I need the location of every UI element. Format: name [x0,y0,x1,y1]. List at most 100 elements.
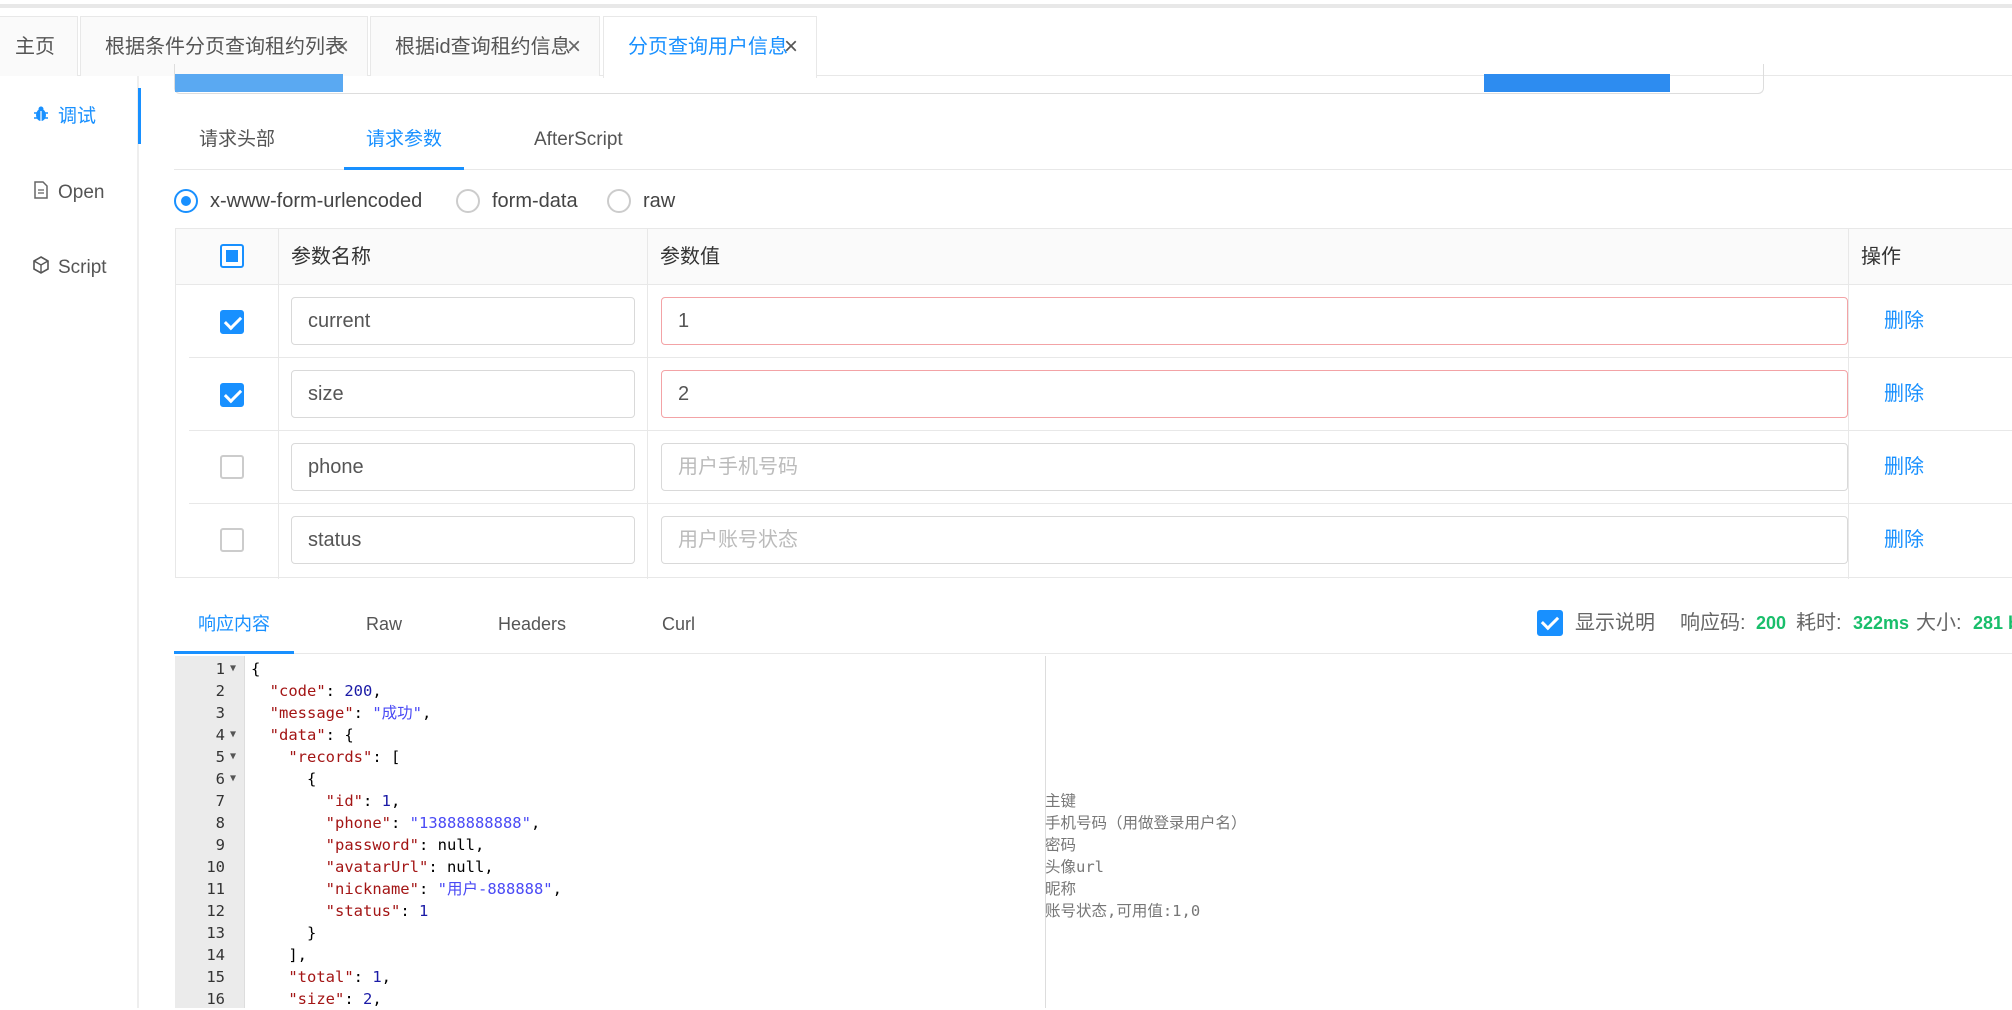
code-line: "message": "成功", [269,704,432,722]
tab-response-raw[interactable]: Raw [366,600,426,654]
table-row: status 用户账号状态 删除 [189,504,2012,577]
param-value-input[interactable]: 2 [661,370,1848,418]
field-description: 手机号码（用做登录用户名） [1045,814,1247,832]
send-button[interactable] [1484,74,1670,92]
params-table: 参数名称 参数值 操作 current 1 删除 size 2 删除 phone… [175,228,2012,579]
sidebar-item-label: 调试 [58,106,97,127]
sidebar-item-debug[interactable]: 调试 [0,88,141,148]
status-code-value: 200 [1756,613,1787,633]
param-name-input[interactable]: current [291,297,635,345]
param-value-input[interactable]: 1 [661,297,1848,345]
tab-response-headers[interactable]: Headers [498,600,588,654]
row-checkbox[interactable] [220,455,244,479]
radio-circle[interactable] [174,189,198,213]
line-number: 3 [215,704,225,722]
request-tabs: 请求头部 请求参数 AfterScript [174,112,2012,170]
field-description: 主键 [1045,792,1077,810]
size-value: 281 b [1973,613,2012,633]
url-bar [174,64,1764,94]
code-line: "avatarUrl": null, [325,858,494,876]
fold-toggle-icon[interactable]: ▼ [230,724,242,746]
top-border [0,0,2012,8]
radio-label: form-data [492,190,578,212]
tab-request-headers[interactable]: 请求头部 [199,112,299,170]
radio-raw[interactable]: raw [607,186,697,216]
code-line: ], [251,946,307,964]
tab-response-content[interactable]: 响应内容 [174,600,294,654]
line-number: 7 [215,792,225,810]
tab-label: 根据条件分页查询租约列表 [105,36,345,58]
tab-label: 根据id查询租约信息 [395,36,571,58]
line-number: 4 [215,726,225,744]
row-checkbox[interactable] [220,383,244,407]
method-select[interactable] [175,74,343,92]
code-line: "nickname": "用户-888888", [325,880,562,898]
code-line: "total": 1, [288,968,392,986]
code-line: "id": 1, [325,792,401,810]
tab-label: 分页查询用户信息 [628,36,788,58]
radio-label: x-www-form-urlencoded [210,190,423,212]
tab-label: 请求头部 [199,129,276,150]
code-line: { [251,770,317,788]
radio-form-data[interactable]: form-data [456,186,606,216]
radio-circle[interactable] [456,189,480,213]
tab-response-curl[interactable]: Curl [662,600,722,654]
code-line: "password": null, [325,836,485,854]
field-description: 密码 [1045,836,1077,854]
delete-link[interactable]: 删除 [1884,309,1924,333]
code-line: "data": { [269,726,354,744]
line-number: 1 [215,660,225,678]
side-nav: 调试 Open Script [0,76,141,1008]
param-value-input[interactable]: 用户账号状态 [661,516,1848,564]
code-icon [30,256,52,278]
select-all-checkbox[interactable] [220,244,244,268]
delete-link[interactable]: 删除 [1884,382,1924,406]
field-description: 账号状态,可用值:1,0 [1045,902,1201,920]
row-checkbox[interactable] [220,528,244,552]
code-line: "phone": "13888888888", [325,814,541,832]
delete-link[interactable]: 删除 [1884,455,1924,479]
status-code-label: 响应码: [1680,612,1746,634]
tab-after-script[interactable]: AfterScript [534,112,674,170]
sidebar-item-label: Script [58,257,107,278]
line-number: 11 [206,880,225,898]
fold-toggle-icon[interactable]: ▼ [230,658,242,680]
sidebar-item-open[interactable]: Open [0,164,139,224]
table-row: size 2 删除 [189,358,2012,431]
tab-label: 响应内容 [198,614,270,634]
header-param-name: 参数名称 [291,246,371,268]
radio-circle[interactable] [607,189,631,213]
header-action: 操作 [1861,246,1901,268]
param-name-input[interactable]: status [291,516,635,564]
line-number: 6 [215,770,225,788]
fold-toggle-icon[interactable]: ▼ [230,768,242,790]
tab-request-params[interactable]: 请求参数 [344,112,464,170]
line-number: 8 [215,814,225,832]
param-value-input[interactable]: 用户手机号码 [661,443,1848,491]
response-editor[interactable]: 1 ▼ 2 3 4 ▼ 5 ▼ 6 ▼ 7 8 9 10 11 12 13 14 15 16 { "code": 20… [175,656,2012,1008]
delete-link[interactable]: 删除 [1884,528,1924,552]
param-name-input[interactable]: size [291,370,635,418]
fold-toggle-icon[interactable]: ▼ [230,746,242,768]
code-line: "records": [ [288,748,401,766]
document-icon [30,181,52,203]
param-name-input[interactable]: phone [291,443,635,491]
table-row: phone 用户手机号码 删除 [189,431,2012,504]
code-area: { "code": 200, "message": "成功", "data": … [251,656,1041,1008]
line-number: 5 [215,748,225,766]
line-number: 13 [206,924,225,942]
sidebar-item-script[interactable]: Script [0,239,139,299]
tab-home[interactable]: 主页 [0,16,78,76]
table-header: 参数名称 参数值 操作 [176,229,2012,285]
row-checkbox[interactable] [220,310,244,334]
radio-urlencoded[interactable]: x-www-form-urlencoded [174,186,444,216]
sidebar-item-label: Open [58,182,105,203]
radio-label: raw [643,190,676,212]
tab-label: 主页 [15,36,55,58]
line-number: 12 [206,902,225,920]
show-desc-checkbox[interactable] [1537,610,1563,636]
table-row: current 1 删除 [189,285,2012,358]
size-label: 大小: [1916,612,1962,634]
tab-label: Curl [662,614,696,634]
bug-icon [30,105,52,127]
